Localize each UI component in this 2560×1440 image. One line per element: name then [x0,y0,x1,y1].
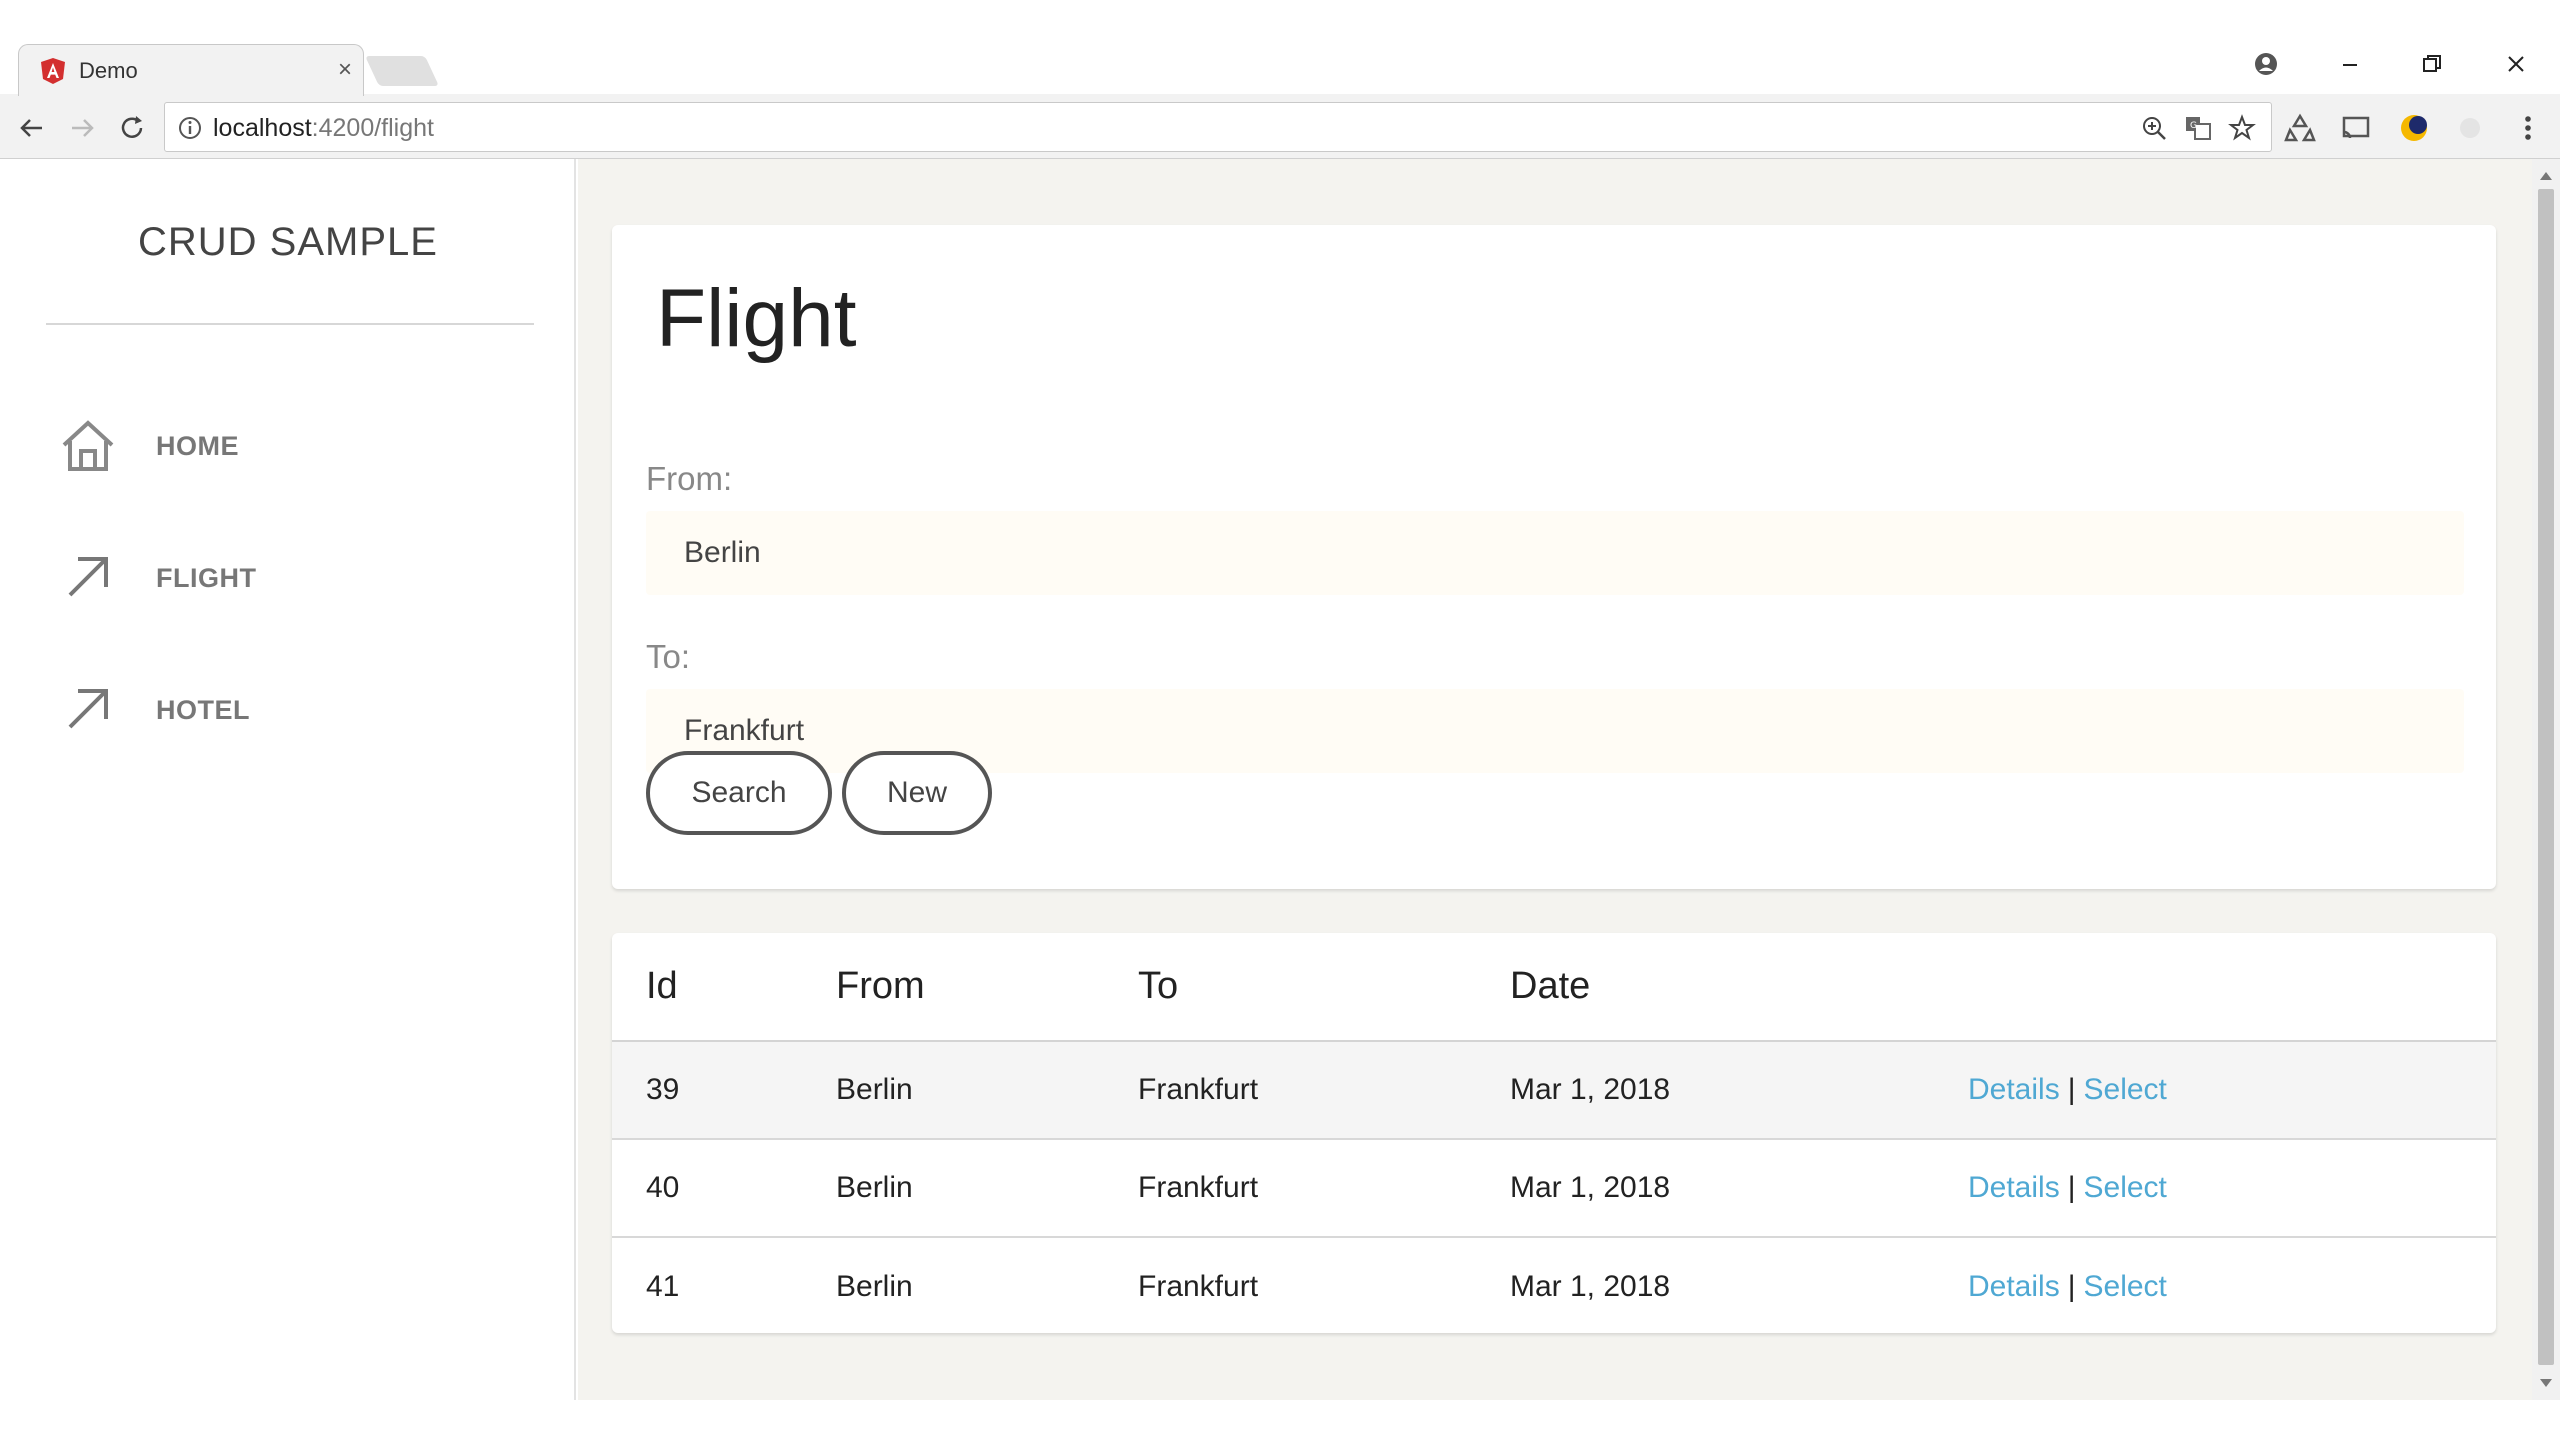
details-link[interactable]: Details [1968,1171,2060,1204]
back-icon[interactable] [10,106,54,150]
sidebar: CRUD SAMPLE HOME FLIGHT HOTEL [0,159,576,1400]
url-host: localhost [213,114,312,142]
cell-date: Mar 1, 2018 [1510,1139,1968,1238]
sidebar-item-label: HOTEL [156,695,250,725]
cell-to: Frankfurt [1138,1041,1510,1140]
profile-icon[interactable] [2236,44,2296,84]
sidebar-divider [46,323,534,325]
tab-strip: Demo × [0,0,2560,96]
flights-table: Id From To Date 39 Berlin Frankfurt Mar … [612,933,2496,1335]
cell-to: Frankfurt [1138,1139,1510,1238]
page-title: Flight [656,273,857,364]
sidebar-item-label: FLIGHT [156,563,257,593]
column-header-id: Id [612,933,836,1042]
table-row: 39 Berlin Frankfurt Mar 1, 2018 Details |… [612,1041,2496,1140]
cell-id: 40 [612,1139,836,1238]
angular-favicon-icon [39,57,67,85]
info-icon[interactable] [177,115,203,141]
tab-close-icon[interactable]: × [331,56,359,84]
search-button[interactable]: Search [646,751,832,835]
cell-date: Mar 1, 2018 [1510,1041,1968,1140]
sidebar-item-hotel[interactable]: HOTEL [56,669,536,749]
app-brand[interactable]: CRUD SAMPLE [0,217,576,267]
tab-title: Demo [79,58,138,83]
link-separator: | [2067,1269,2076,1303]
flights-table-card: Id From To Date 39 Berlin Frankfurt Mar … [612,933,2496,1333]
browser-toolbar: localhost:4200/flight G [0,96,2560,158]
recycle-extension-icon[interactable] [2280,108,2320,148]
browser-tab[interactable]: Demo × [18,44,364,96]
table-row: 41 Berlin Frankfurt Mar 1, 2018 Details |… [612,1237,2496,1335]
cell-actions: Details | Select [1968,1041,2496,1140]
cell-actions: Details | Select [1968,1237,2496,1335]
cell-from: Berlin [836,1269,913,1303]
column-header-date: Date [1510,933,1968,1042]
column-header-to: To [1138,933,1510,1042]
link-separator: | [2067,1171,2076,1204]
moon-extension-icon[interactable] [2394,108,2434,148]
new-tab-button[interactable] [365,56,439,86]
close-window-icon[interactable] [2486,44,2546,84]
address-bar[interactable]: localhost:4200/flight G [164,102,2272,152]
flight-search-card: Flight From: To: Search New [612,225,2496,889]
sidebar-item-home[interactable]: HOME [56,405,536,485]
minimize-icon[interactable] [2320,44,2380,84]
column-header-actions [1968,933,2496,1042]
reload-icon[interactable] [110,106,154,150]
url-path: :4200/flight [311,114,434,142]
restore-icon[interactable] [2402,44,2462,84]
forward-icon[interactable] [60,106,104,150]
cell-id: 39 [612,1041,836,1140]
to-label: To: [646,638,691,675]
menu-kebab-icon[interactable] [2508,108,2548,148]
cell-actions: Details | Select [1968,1139,2496,1238]
details-link[interactable]: Details [1968,1270,2060,1303]
page-scrollbar[interactable] [2532,159,2560,1400]
select-link[interactable]: Select [2084,1073,2167,1106]
from-field[interactable] [646,511,2464,595]
svg-text:G: G [2190,121,2197,131]
scrollbar-thumb[interactable] [2538,189,2554,1365]
new-button[interactable]: New [842,751,992,835]
arrow-up-right-icon [56,547,120,607]
cell-to: Frankfurt [1138,1269,1259,1303]
sidebar-item-flight[interactable]: FLIGHT [56,537,536,617]
zoom-icon[interactable] [2139,113,2169,143]
table-header-row: Id From To Date [612,933,2496,1042]
cell-date: Mar 1, 2018 [1510,1269,1671,1303]
cell-id: 41 [646,1269,680,1303]
column-header-from: From [836,933,1138,1042]
select-link[interactable]: Select [2084,1171,2167,1204]
sidebar-item-label: HOME [156,431,239,461]
cell-from: Berlin [836,1139,1138,1238]
url-text: localhost:4200/flight [213,113,434,143]
browser-chrome: Demo × localhost:4200/flight G [0,0,2560,159]
translate-icon[interactable]: G [2183,113,2213,143]
home-icon [56,415,120,475]
table-row: 40 Berlin Frankfurt Mar 1, 2018 Details |… [612,1139,2496,1238]
scroll-down-arrow-icon[interactable] [2532,1370,2560,1396]
select-link[interactable]: Select [2084,1270,2167,1303]
cell-from: Berlin [836,1041,1138,1140]
bookmark-star-icon[interactable] [2227,113,2257,143]
from-label: From: [646,460,733,497]
main-content: Flight From: To: Search New Id From To D… [578,159,2532,1400]
disabled-extension-icon[interactable] [2450,108,2490,148]
scroll-up-arrow-icon[interactable] [2532,163,2560,189]
link-separator: | [2067,1073,2076,1106]
cast-icon[interactable] [2336,108,2376,148]
arrow-up-right-icon [56,679,120,739]
details-link[interactable]: Details [1968,1073,2060,1106]
